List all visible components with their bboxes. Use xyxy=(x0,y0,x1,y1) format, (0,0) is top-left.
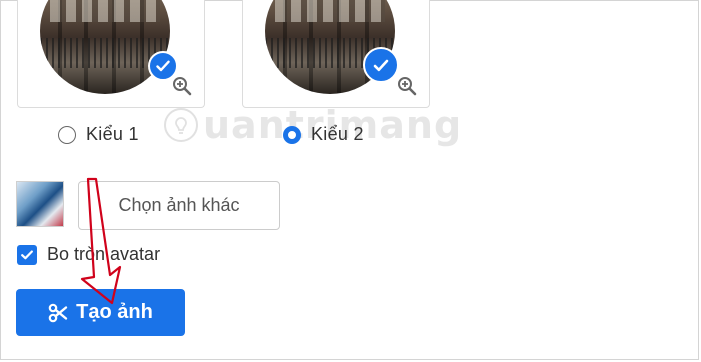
radio-button[interactable] xyxy=(58,125,76,144)
zoom-in-icon[interactable] xyxy=(172,76,192,96)
radio-button-selected[interactable] xyxy=(283,125,301,144)
avatar-option-card-2[interactable] xyxy=(242,0,430,108)
choose-other-image-label: Chọn ảnh khác xyxy=(118,195,240,215)
scissors-icon xyxy=(48,303,68,322)
radio-label: Kiểu 1 xyxy=(86,124,139,144)
round-avatar-option[interactable]: Bo tròn avatar xyxy=(17,244,160,265)
round-avatar-label: Bo tròn avatar xyxy=(47,244,161,264)
radio-label: Kiểu 2 xyxy=(311,124,364,144)
choose-other-image-button[interactable]: Chọn ảnh khác xyxy=(78,181,280,230)
create-image-label: Tạo ảnh xyxy=(76,301,153,323)
checkbox-checked-icon[interactable] xyxy=(17,244,37,265)
avatar-preview-image xyxy=(40,0,170,94)
zoom-in-icon[interactable] xyxy=(397,76,417,96)
create-image-button[interactable]: Tạo ảnh xyxy=(16,289,185,336)
check-icon xyxy=(363,47,399,83)
radio-option-style-2[interactable]: Kiểu 2 xyxy=(283,124,364,145)
uploaded-image-thumbnail xyxy=(16,181,64,227)
radio-option-style-1[interactable]: Kiểu 1 xyxy=(58,124,139,145)
avatar-option-card-1[interactable] xyxy=(17,0,205,108)
